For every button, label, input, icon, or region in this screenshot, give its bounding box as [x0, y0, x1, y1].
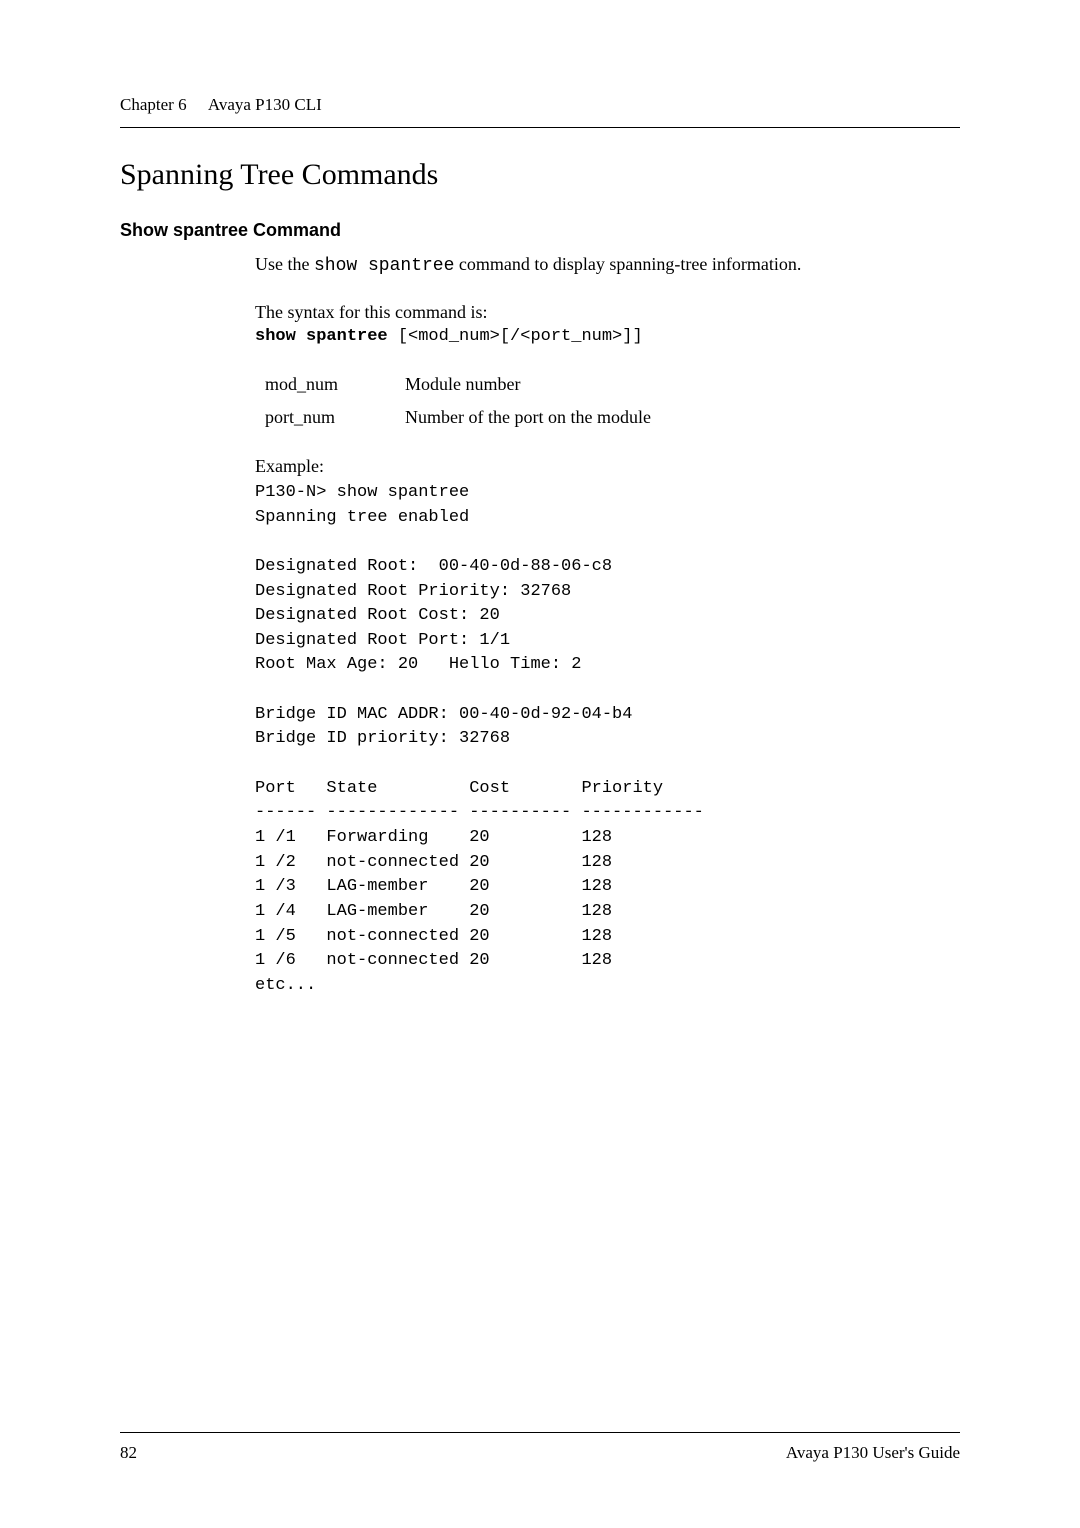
param-desc: Number of the port on the module	[405, 401, 651, 434]
param-name: mod_num	[255, 368, 405, 401]
footer-rule	[120, 1432, 960, 1433]
guide-name: Avaya P130 User's Guide	[786, 1443, 960, 1463]
syntax-args: [<mod_num>[/<port_num>]]	[388, 327, 643, 346]
param-table: mod_num Module number port_num Number of…	[255, 368, 651, 434]
desc-code: show spantree	[314, 256, 454, 276]
param-desc: Module number	[405, 368, 651, 401]
command-description: Use the show spantree command to display…	[255, 251, 960, 280]
chapter-title: Avaya P130 CLI	[208, 95, 322, 114]
chapter-number: Chapter 6	[120, 95, 187, 114]
syntax-line: show spantree [<mod_num>[/<port_num>]]	[255, 327, 960, 346]
page-number: 82	[120, 1443, 137, 1463]
footer-content: 82 Avaya P130 User's Guide	[120, 1443, 960, 1463]
section-title: Spanning Tree Commands	[120, 158, 960, 192]
desc-suffix: command to display spanning-tree informa…	[454, 254, 801, 274]
chapter-header: Chapter 6 Avaya P130 CLI	[120, 95, 960, 115]
desc-prefix: Use the	[255, 254, 314, 274]
syntax-bold: show spantree	[255, 327, 388, 346]
param-row: mod_num Module number	[255, 368, 651, 401]
footer: 82 Avaya P130 User's Guide	[120, 1432, 960, 1463]
param-row: port_num Number of the port on the modul…	[255, 401, 651, 434]
param-name: port_num	[255, 401, 405, 434]
content-block: Use the show spantree command to display…	[255, 251, 960, 998]
header-rule	[120, 127, 960, 128]
example-label: Example:	[255, 456, 960, 477]
example-code: P130-N> show spantree Spanning tree enab…	[255, 481, 960, 998]
syntax-label: The syntax for this command is:	[255, 302, 960, 323]
command-heading: Show spantree Command	[120, 220, 960, 241]
